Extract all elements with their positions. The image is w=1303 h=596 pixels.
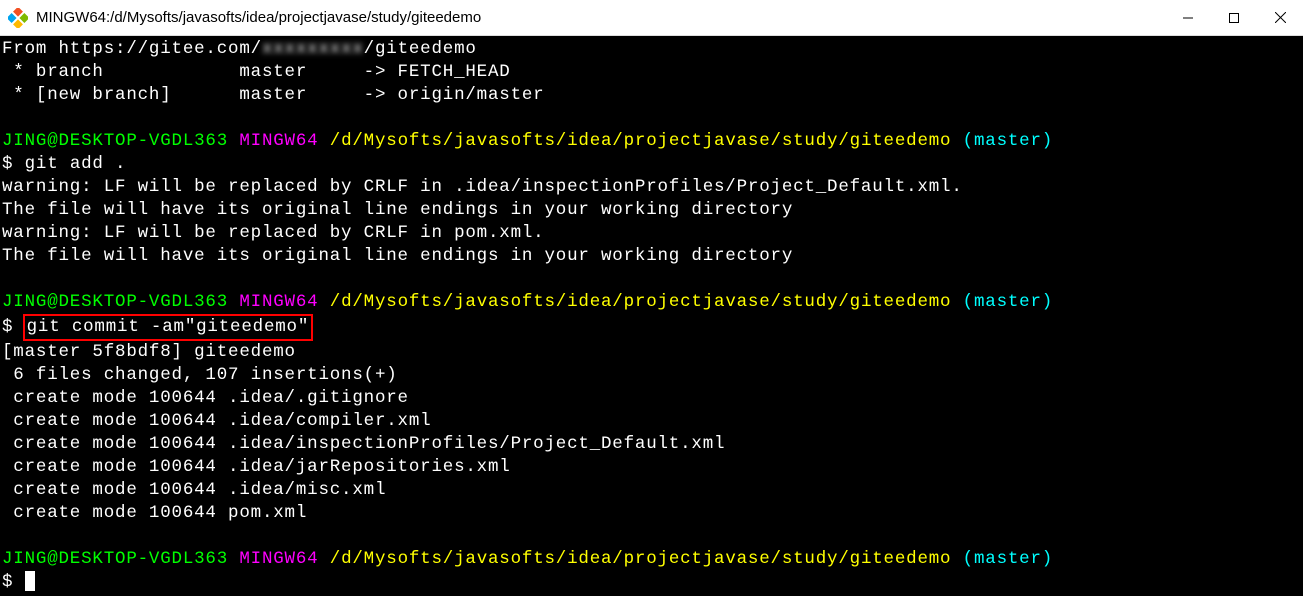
output-line: create mode 100644 pom.xml — [2, 502, 1301, 525]
output-line: * [new branch] master -> origin/master — [2, 84, 1301, 107]
output-line: create mode 100644 .idea/jarRepositories… — [2, 456, 1301, 479]
command-line-current[interactable]: $ — [2, 571, 1301, 594]
blank-line — [2, 268, 1301, 291]
output-line: * branch master -> FETCH_HEAD — [2, 61, 1301, 84]
cursor — [25, 571, 35, 591]
window-title: MINGW64:/d/Mysofts/javasofts/idea/projec… — [36, 9, 481, 26]
prompt-line: JING@DESKTOP-VGDL363 MINGW64 /d/Mysofts/… — [2, 548, 1301, 571]
command-line-highlighted: $ git commit -am"giteedemo" — [2, 314, 1301, 341]
output-line: From https://gitee.com/xxxxxxxxx/giteede… — [2, 38, 1301, 61]
app-icon — [8, 8, 28, 28]
output-line: 6 files changed, 107 insertions(+) — [2, 364, 1301, 387]
output-line: create mode 100644 .idea/inspectionProfi… — [2, 433, 1301, 456]
window-controls — [1165, 0, 1303, 36]
prompt-line: JING@DESKTOP-VGDL363 MINGW64 /d/Mysofts/… — [2, 130, 1301, 153]
titlebar-left: MINGW64:/d/Mysofts/javasofts/idea/projec… — [0, 8, 481, 28]
terminal-area[interactable]: From https://gitee.com/xxxxxxxxx/giteede… — [0, 36, 1303, 596]
minimize-button[interactable] — [1165, 0, 1211, 36]
output-line: create mode 100644 .idea/.gitignore — [2, 387, 1301, 410]
output-line: [master 5f8bdf8] giteedemo — [2, 341, 1301, 364]
output-line: The file will have its original line end… — [2, 199, 1301, 222]
close-button[interactable] — [1257, 0, 1303, 36]
maximize-button[interactable] — [1211, 0, 1257, 36]
output-line: warning: LF will be replaced by CRLF in … — [2, 222, 1301, 245]
blank-line — [2, 525, 1301, 548]
output-line: create mode 100644 .idea/compiler.xml — [2, 410, 1301, 433]
output-line: The file will have its original line end… — [2, 245, 1301, 268]
titlebar: MINGW64:/d/Mysofts/javasofts/idea/projec… — [0, 0, 1303, 36]
output-line: create mode 100644 .idea/misc.xml — [2, 479, 1301, 502]
prompt-line: JING@DESKTOP-VGDL363 MINGW64 /d/Mysofts/… — [2, 291, 1301, 314]
blank-line — [2, 107, 1301, 130]
command-line: $ git add . — [2, 153, 1301, 176]
output-line: warning: LF will be replaced by CRLF in … — [2, 176, 1301, 199]
